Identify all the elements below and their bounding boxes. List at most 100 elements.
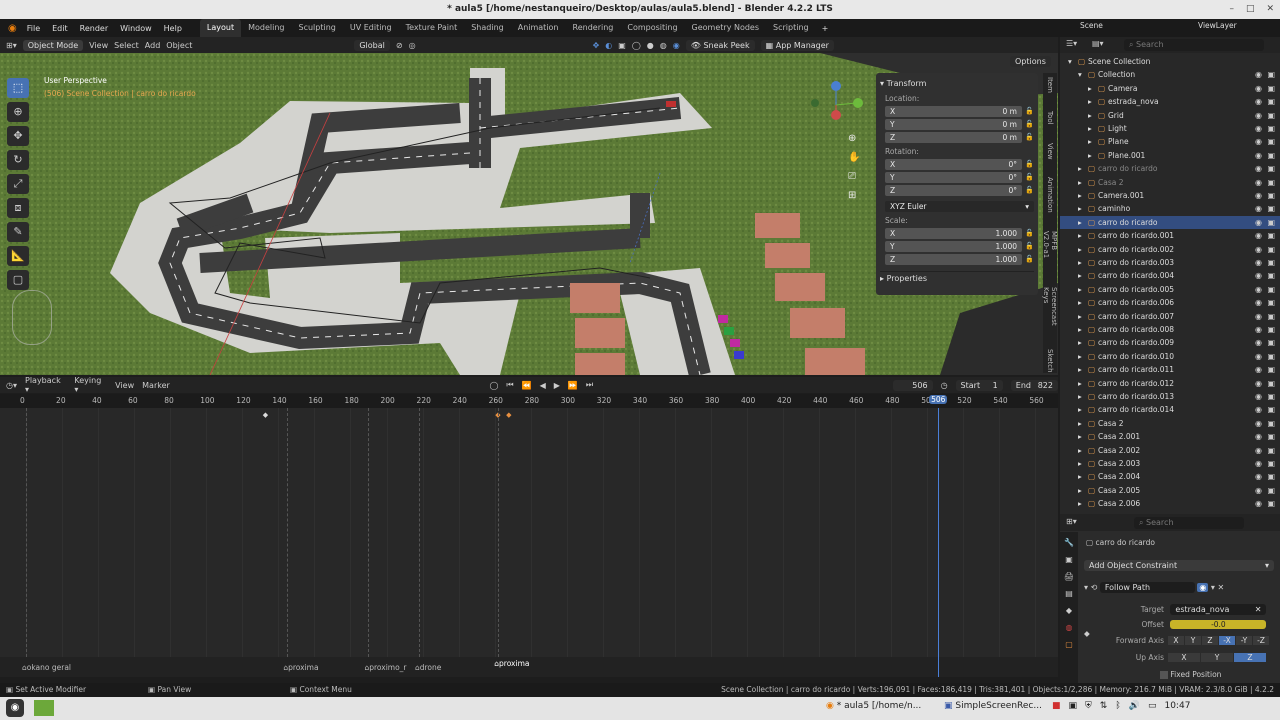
network-icon[interactable]: ⇅ bbox=[1100, 701, 1108, 711]
transform-header[interactable]: ▾ Transform bbox=[880, 77, 1034, 90]
properties-search-input[interactable]: ⌕ Search bbox=[1134, 517, 1244, 529]
lock-icon[interactable]: 🔓 bbox=[1022, 255, 1034, 263]
orientation-dropdown[interactable]: Global bbox=[354, 39, 390, 51]
render-camera-icon[interactable]: ▣ bbox=[1267, 189, 1275, 202]
menu-help[interactable]: Help bbox=[158, 24, 188, 33]
play-reverse-icon[interactable]: ◀ bbox=[540, 381, 546, 390]
expand-arrow-icon[interactable]: ▸ bbox=[1088, 82, 1092, 95]
render-camera-icon[interactable]: ▣ bbox=[1267, 430, 1275, 443]
outliner-row[interactable]: ▸ ▢ Casa 2 ◉ ▣ bbox=[1060, 176, 1280, 189]
outliner-row[interactable]: ▸ ▢ carro do ricardo.010 ◉ ▣ bbox=[1060, 350, 1280, 363]
outliner-row[interactable]: ▸ ▢ Casa 2.003 ◉ ▣ bbox=[1060, 457, 1280, 470]
render-camera-icon[interactable]: ▣ bbox=[1267, 363, 1275, 376]
dropdown-chevron-icon[interactable]: ▾ bbox=[1211, 583, 1215, 592]
expand-arrow-icon[interactable]: ▸ bbox=[1078, 243, 1082, 256]
target-field[interactable]: estrada_nova ✕ bbox=[1170, 604, 1267, 615]
render-camera-icon[interactable]: ▣ bbox=[1267, 390, 1275, 403]
visibility-eye-icon[interactable]: ◉ bbox=[1255, 256, 1262, 269]
render-camera-icon[interactable]: ▣ bbox=[1267, 109, 1275, 122]
shield-icon[interactable]: ⛨ bbox=[1085, 701, 1092, 711]
rotation-x-row[interactable]: X 0° 🔓 bbox=[885, 158, 1034, 170]
render-camera-icon[interactable]: ▣ bbox=[1267, 95, 1275, 108]
render-camera-icon[interactable]: ▣ bbox=[1267, 135, 1275, 148]
forward-axis-button[interactable]: -Y bbox=[1236, 636, 1252, 645]
tool-tab-icon[interactable]: 🔧 bbox=[1064, 538, 1074, 547]
outliner-row[interactable]: ▸ ▢ carro do ricardo.009 ◉ ▣ bbox=[1060, 336, 1280, 349]
visibility-eye-icon[interactable]: ◉ bbox=[1255, 216, 1262, 229]
render-camera-icon[interactable]: ▣ bbox=[1267, 323, 1275, 336]
taskbar-recorder-task[interactable]: ▣ SimpleScreenRec... bbox=[944, 701, 1042, 711]
lock-icon[interactable]: 🔓 bbox=[1022, 160, 1034, 168]
rotation-y-row[interactable]: Y 0° 🔓 bbox=[885, 171, 1034, 183]
render-camera-icon[interactable]: ▣ bbox=[1267, 350, 1275, 363]
zoom-icon[interactable]: ⊕ bbox=[848, 133, 860, 144]
snap-icon[interactable]: ⊘ bbox=[396, 41, 403, 50]
rotation-mode-dropdown[interactable]: XYZ Euler ▾ bbox=[885, 200, 1034, 212]
sidebar-tab-item[interactable]: Item bbox=[1046, 77, 1054, 93]
location-z-row[interactable]: Z0 m 🔓 bbox=[885, 131, 1034, 143]
maximize-icon[interactable]: □ bbox=[1246, 0, 1255, 19]
offset-field[interactable]: -0.0 bbox=[1170, 620, 1267, 629]
render-camera-icon[interactable]: ▣ bbox=[1267, 269, 1275, 282]
expand-arrow-icon[interactable]: ▸ bbox=[1088, 149, 1092, 162]
scale-y-row[interactable]: Y 1.000 🔓 bbox=[885, 240, 1034, 252]
visibility-eye-icon[interactable]: ◉ bbox=[1255, 430, 1262, 443]
render-camera-icon[interactable]: ▣ bbox=[1267, 336, 1275, 349]
close-icon[interactable]: ✕ bbox=[1266, 0, 1274, 19]
lock-icon[interactable]: 🔓 bbox=[1022, 229, 1034, 237]
collapse-icon[interactable]: ▾ bbox=[1084, 583, 1088, 592]
volume-icon[interactable]: 🔊 bbox=[1129, 701, 1140, 711]
camera-view-icon[interactable]: ⎚ bbox=[848, 171, 860, 182]
up-axis-button[interactable]: X bbox=[1168, 653, 1200, 662]
shading-rendered-icon[interactable]: ◉ bbox=[673, 41, 680, 50]
visibility-eye-icon[interactable]: ◉ bbox=[1255, 323, 1262, 336]
forward-axis-button[interactable]: -X bbox=[1219, 636, 1235, 645]
workspace-tab-texture-paint[interactable]: Texture Paint bbox=[399, 19, 465, 37]
expand-arrow-icon[interactable]: ▸ bbox=[1078, 296, 1082, 309]
lock-icon[interactable]: 🔓 bbox=[1022, 173, 1034, 181]
object-menu[interactable]: Object bbox=[166, 41, 192, 50]
visibility-eye-icon[interactable]: ◉ bbox=[1255, 95, 1262, 108]
workspace-tab-modeling[interactable]: Modeling bbox=[241, 19, 291, 37]
expand-arrow-icon[interactable]: ▸ bbox=[1078, 336, 1082, 349]
outliner-row[interactable]: ▸ ▢ Plane ◉ ▣ bbox=[1060, 135, 1280, 148]
outliner-type-icon[interactable]: ☰▾ bbox=[1066, 39, 1077, 48]
battery-icon[interactable]: ▭ bbox=[1148, 701, 1157, 711]
expand-arrow-icon[interactable]: ▸ bbox=[1078, 216, 1082, 229]
annotate-icon[interactable]: ✎ bbox=[7, 222, 29, 242]
world-tab-icon[interactable]: ◍ bbox=[1066, 623, 1073, 632]
render-camera-icon[interactable]: ▣ bbox=[1267, 149, 1275, 162]
visibility-eye-icon[interactable]: ◉ bbox=[1255, 135, 1262, 148]
visibility-eye-icon[interactable]: ◉ bbox=[1255, 484, 1262, 497]
outliner-row[interactable]: ▸ ▢ Casa 2.004 ◉ ▣ bbox=[1060, 470, 1280, 483]
start-frame-field[interactable]: Start 1 bbox=[955, 379, 1003, 391]
timeline-marker[interactable]: ⌂okano geral bbox=[22, 663, 71, 672]
workspace-tab-sculpting[interactable]: Sculpting bbox=[292, 19, 343, 37]
keyframe-diamond[interactable]: ◆ bbox=[506, 411, 511, 419]
object-tab-icon[interactable]: ▢ bbox=[1065, 640, 1073, 649]
visibility-eye-icon[interactable]: ◉ bbox=[1255, 283, 1262, 296]
forward-axis-button[interactable]: Z bbox=[1202, 636, 1218, 645]
add-cube-icon[interactable]: ▢ bbox=[7, 270, 29, 290]
timeline-view-menu[interactable]: View bbox=[115, 381, 134, 390]
render-camera-icon[interactable]: ▣ bbox=[1267, 470, 1275, 483]
jump-start-icon[interactable]: ⏮ bbox=[506, 380, 513, 390]
sidebar-tab-sketch[interactable]: Sketch bbox=[1046, 349, 1054, 373]
outliner-row[interactable]: ▸ ▢ carro do ricardo.008 ◉ ▣ bbox=[1060, 323, 1280, 336]
expand-arrow-icon[interactable]: ▸ bbox=[1078, 176, 1082, 189]
lock-icon[interactable]: 🔓 bbox=[1022, 133, 1034, 141]
expand-arrow-icon[interactable]: ▸ bbox=[1078, 390, 1082, 403]
add-constraint-dropdown[interactable]: Add Object Constraint ▾ bbox=[1084, 560, 1274, 571]
forward-axis-button[interactable]: Y bbox=[1185, 636, 1201, 645]
preview-range-icon[interactable]: ◷ bbox=[941, 381, 948, 390]
render-tab-icon[interactable]: ▣ bbox=[1065, 555, 1073, 564]
play-icon[interactable]: ▶ bbox=[554, 381, 560, 390]
properties-type-icon[interactable]: ⊞▾ bbox=[1066, 517, 1077, 526]
visibility-eye-icon[interactable]: ◉ bbox=[1255, 336, 1262, 349]
start-menu-icon[interactable]: ◉ bbox=[6, 699, 24, 717]
playhead-line[interactable] bbox=[938, 657, 940, 677]
workspace-tab-animation[interactable]: Animation bbox=[511, 19, 566, 37]
render-camera-icon[interactable]: ▣ bbox=[1267, 243, 1275, 256]
add-menu[interactable]: Add bbox=[145, 41, 161, 50]
tray-app-icon[interactable]: ▣ bbox=[1069, 701, 1078, 711]
